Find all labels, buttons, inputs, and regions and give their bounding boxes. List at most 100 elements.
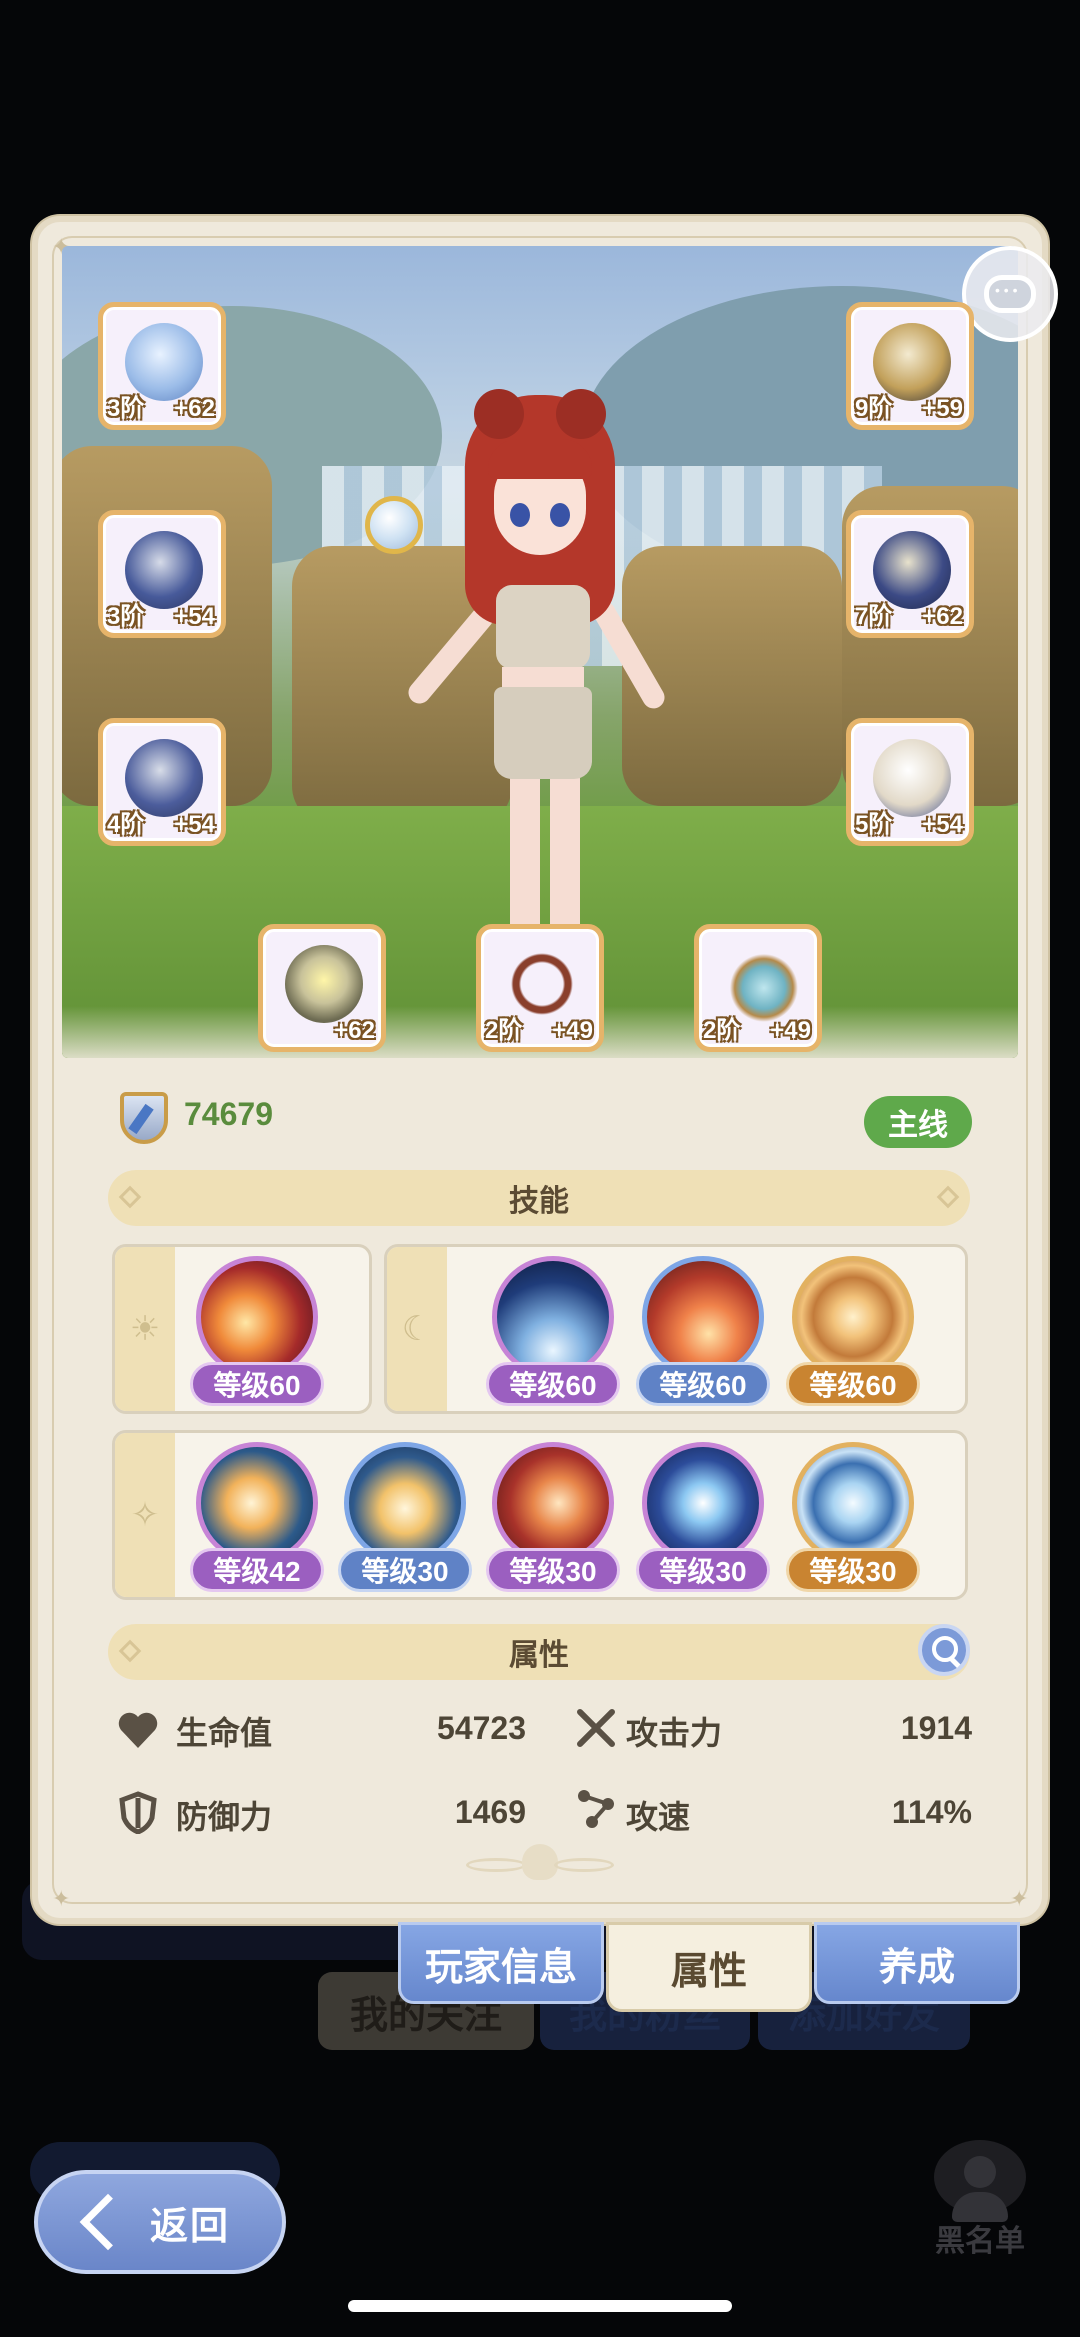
tab-attributes[interactable]: 属性	[606, 1922, 812, 2012]
equip-slot-right-3[interactable]: 5阶 +54	[846, 718, 974, 846]
equip-slot-left-2[interactable]: 3阶 +54	[98, 510, 226, 638]
fire-spirit-skill-icon	[344, 1442, 466, 1564]
attack-value: 1914	[900, 1710, 972, 1746]
equip-slot-bottom-2[interactable]: 2阶 +49	[476, 924, 604, 1052]
equip-slot-left-1[interactable]: 3阶 +62	[98, 302, 226, 430]
ring-icon	[285, 945, 363, 1023]
frost-star-skill-icon	[642, 1442, 764, 1564]
meteor-skill-icon	[642, 1256, 764, 1378]
equip-bonus: +62	[334, 1017, 375, 1044]
character-eye	[510, 503, 530, 527]
back-label: 返回	[150, 2205, 231, 2248]
character-hair-bun	[474, 389, 524, 439]
user-block-icon	[934, 2140, 1026, 2222]
skill-slot[interactable]: 等级30	[786, 1442, 920, 1592]
equip-tier: 3阶	[107, 395, 145, 422]
skill-slot[interactable]: 等级30	[636, 1442, 770, 1592]
power-shield-icon	[120, 1092, 168, 1144]
skill-slot[interactable]: 等级60	[786, 1256, 920, 1406]
skill-level-badge: 等级30	[486, 1548, 620, 1592]
equip-bonus: +54	[174, 811, 215, 838]
blacklist-button[interactable]: 黑名单	[920, 2140, 1040, 2260]
character-shorts	[494, 687, 592, 779]
equip-slot-right-2[interactable]: 7阶 +62	[846, 510, 974, 638]
equip-slot-bottom-3[interactable]: 2阶 +49	[694, 924, 822, 1052]
power-value: 74679	[184, 1096, 273, 1132]
equip-bonus: +54	[922, 811, 963, 838]
chat-bubble-icon	[984, 275, 1036, 313]
skill-level-badge: 等级30	[338, 1548, 472, 1592]
equip-tier: 7阶	[855, 603, 893, 630]
equip-slot-left-3[interactable]: 4阶 +54	[98, 718, 226, 846]
flame-wave-skill-icon	[196, 1442, 318, 1564]
equip-bonus: +59	[922, 395, 963, 422]
ice-burst-skill-icon	[492, 1256, 614, 1378]
equip-tier: 3阶	[107, 603, 145, 630]
crossed-swords-icon	[577, 1709, 615, 1747]
tab-develop[interactable]: 养成	[814, 1922, 1020, 2004]
main-line-badge[interactable]: 主线	[864, 1096, 972, 1148]
attack-speed-value: 114%	[891, 1794, 972, 1830]
fireball-skill-icon	[196, 1256, 318, 1378]
vortex-skill-icon	[792, 1256, 914, 1378]
equip-bonus: +49	[552, 1017, 593, 1044]
emblem-wing	[466, 1858, 526, 1872]
heart-icon	[118, 1712, 158, 1748]
equip-bonus: +62	[174, 395, 215, 422]
character-top	[496, 585, 590, 669]
equip-bonus: +54	[174, 603, 215, 630]
sun-icon: ☀	[115, 1247, 175, 1411]
skill-level-badge: 等级30	[636, 1548, 770, 1592]
skill-slot[interactable]: 等级30	[338, 1442, 472, 1592]
emblem-wing	[554, 1858, 614, 1872]
floating-orb-icon	[365, 496, 423, 554]
skill-slot[interactable]: 等级60	[636, 1256, 770, 1406]
emblem-head	[522, 1844, 558, 1880]
back-arrow-icon	[79, 2193, 137, 2251]
skill-slot[interactable]: 等级60	[486, 1256, 620, 1406]
equip-tier: 9阶	[855, 395, 893, 422]
diamond-ornament-icon	[118, 1639, 142, 1663]
shield-icon	[119, 1791, 157, 1834]
defense-value: 1469	[454, 1794, 526, 1830]
diamond-ornament-icon	[936, 1185, 960, 1209]
character-hair-bun	[556, 389, 606, 439]
skill-level-badge: 等级60	[486, 1362, 620, 1406]
equip-tier: 2阶	[485, 1017, 523, 1044]
skills-section-header: 技能	[108, 1170, 970, 1226]
hp-label: 生命值	[176, 1715, 273, 1751]
equip-tier: 5阶	[855, 811, 893, 838]
corner-star-icon: ✦	[52, 1886, 71, 1911]
skill-slot[interactable]: 等级42	[190, 1442, 324, 1592]
corner-star-icon: ✦	[1010, 1886, 1029, 1911]
equip-slot-bottom-1[interactable]: +62	[258, 924, 386, 1052]
equip-tier: 4阶	[107, 811, 145, 838]
character-eye	[550, 503, 570, 527]
back-button[interactable]: 返回	[34, 2170, 286, 2274]
attack-speed-icon	[578, 1790, 614, 1828]
home-indicator[interactable]	[348, 2300, 732, 2312]
attributes-title: 属性	[509, 1639, 569, 1672]
chat-button[interactable]	[962, 246, 1058, 342]
tab-player-info[interactable]: 玩家信息	[398, 1922, 604, 2004]
moon-icon: ☾	[387, 1247, 447, 1411]
attributes-section-header: 属性	[108, 1624, 970, 1680]
player-character[interactable]	[404, 389, 670, 955]
equip-bonus: +49	[770, 1017, 811, 1044]
blacklist-label: 黑名单	[935, 2225, 1025, 2258]
star-icon: ✧	[115, 1433, 175, 1597]
skill-level-badge: 等级30	[786, 1548, 920, 1592]
attack-speed-label: 攻速	[626, 1799, 691, 1835]
skill-level-badge: 等级60	[636, 1362, 770, 1406]
hp-value: 54723	[437, 1710, 526, 1746]
whirlwind-skill-icon	[792, 1442, 914, 1564]
diamond-ornament-icon	[118, 1185, 142, 1209]
fire-slash-skill-icon	[492, 1442, 614, 1564]
skill-level-badge: 等级60	[786, 1362, 920, 1406]
character-bangs	[488, 439, 592, 479]
equip-slot-right-1[interactable]: 9阶 +59	[846, 302, 974, 430]
equip-tier: 2阶	[703, 1017, 741, 1044]
skill-slot[interactable]: 等级30	[486, 1442, 620, 1592]
skill-slot[interactable]: 等级60	[190, 1256, 324, 1406]
attribute-detail-search-icon[interactable]	[918, 1624, 970, 1676]
